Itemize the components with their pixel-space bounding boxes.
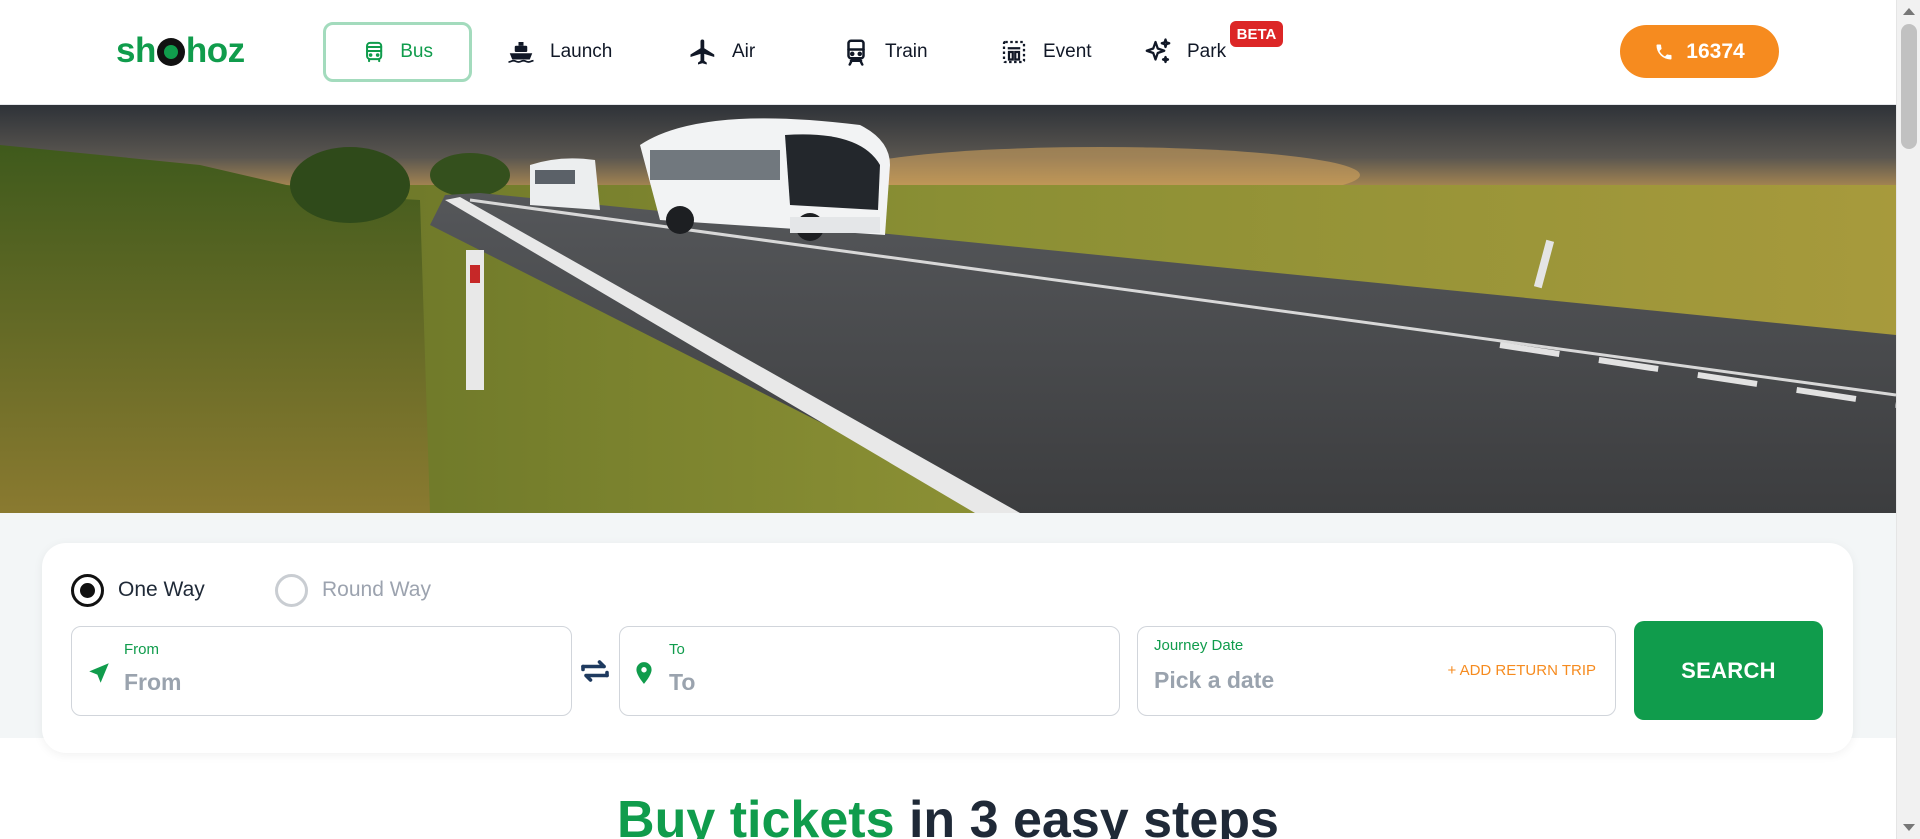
logo-text-end: hoz xyxy=(185,31,245,70)
radio-round-way-indicator xyxy=(275,573,308,607)
search-button[interactable]: SEARCH xyxy=(1634,621,1823,720)
radio-round-way-label: Round Way xyxy=(322,578,431,601)
radio-round-way[interactable]: Round Way xyxy=(275,573,431,607)
to-label: To xyxy=(669,641,685,658)
nav-launch-tab[interactable]: Launch xyxy=(506,22,612,82)
to-field[interactable]: To xyxy=(619,626,1120,716)
scroll-up-arrow-icon[interactable] xyxy=(1903,8,1915,15)
beta-badge: BETA xyxy=(1230,21,1283,47)
hotline-button[interactable]: 16374 xyxy=(1620,25,1779,78)
airplane-icon xyxy=(690,39,715,65)
train-icon xyxy=(847,39,865,66)
bus-icon xyxy=(366,41,383,63)
to-input[interactable] xyxy=(669,669,1089,696)
nav-event-tab[interactable]: Event xyxy=(999,22,1092,82)
nav-train-label: Train xyxy=(885,41,928,62)
logo-o-mark xyxy=(156,38,185,66)
hero-banner-image xyxy=(0,105,1896,513)
steps-heading-highlight: Buy tickets xyxy=(617,791,895,839)
swap-arrows-icon[interactable] xyxy=(577,653,613,689)
steps-heading-rest: in 3 easy steps xyxy=(894,791,1279,839)
hotline-number: 16374 xyxy=(1686,39,1745,63)
bus-on-highway-photo xyxy=(0,105,1896,513)
radio-one-way-indicator xyxy=(71,573,104,607)
top-navbar: sh hoz Bus Launch Air Train Event Park B… xyxy=(0,0,1896,105)
nav-bus-label: Bus xyxy=(400,41,433,62)
scrollbar-thumb[interactable] xyxy=(1901,24,1917,149)
from-input[interactable] xyxy=(124,669,544,696)
shohoz-logo[interactable]: sh hoz xyxy=(116,30,245,72)
from-label: From xyxy=(124,641,159,658)
radio-one-way-label: One Way xyxy=(118,578,205,601)
nav-launch-label: Launch xyxy=(550,41,613,62)
nav-air-label: Air xyxy=(732,41,756,62)
nav-event-label: Event xyxy=(1043,41,1092,62)
nav-train-tab[interactable]: Train xyxy=(841,22,928,82)
scroll-down-arrow-icon[interactable] xyxy=(1903,824,1915,831)
from-field[interactable]: From xyxy=(71,626,572,716)
journey-date-input[interactable] xyxy=(1154,667,1404,694)
second-bus-graphic xyxy=(530,158,600,210)
journey-date-field[interactable]: Journey Date + ADD RETURN TRIP xyxy=(1137,626,1616,716)
navigation-arrow-icon xyxy=(89,663,109,683)
nav-bus-tab[interactable]: Bus xyxy=(323,22,472,82)
sparkles-icon xyxy=(1145,38,1171,64)
event-icon xyxy=(1002,40,1026,64)
nav-park-label: Park xyxy=(1187,41,1227,62)
bus-graphic xyxy=(640,118,890,241)
add-return-trip-link[interactable]: + ADD RETURN TRIP xyxy=(1448,662,1597,679)
map-pin-icon xyxy=(636,662,652,684)
page-scrollbar[interactable] xyxy=(1896,0,1920,839)
radio-one-way[interactable]: One Way xyxy=(71,573,205,607)
nav-park-tab[interactable]: Park xyxy=(1143,22,1226,82)
steps-heading: Buy tickets in 3 easy steps xyxy=(0,790,1896,839)
logo-text-start: sh xyxy=(116,31,156,70)
ship-icon xyxy=(508,42,534,63)
nav-air-tab[interactable]: Air xyxy=(688,22,755,82)
phone-icon xyxy=(1656,44,1672,59)
journey-date-label: Journey Date xyxy=(1154,637,1244,654)
